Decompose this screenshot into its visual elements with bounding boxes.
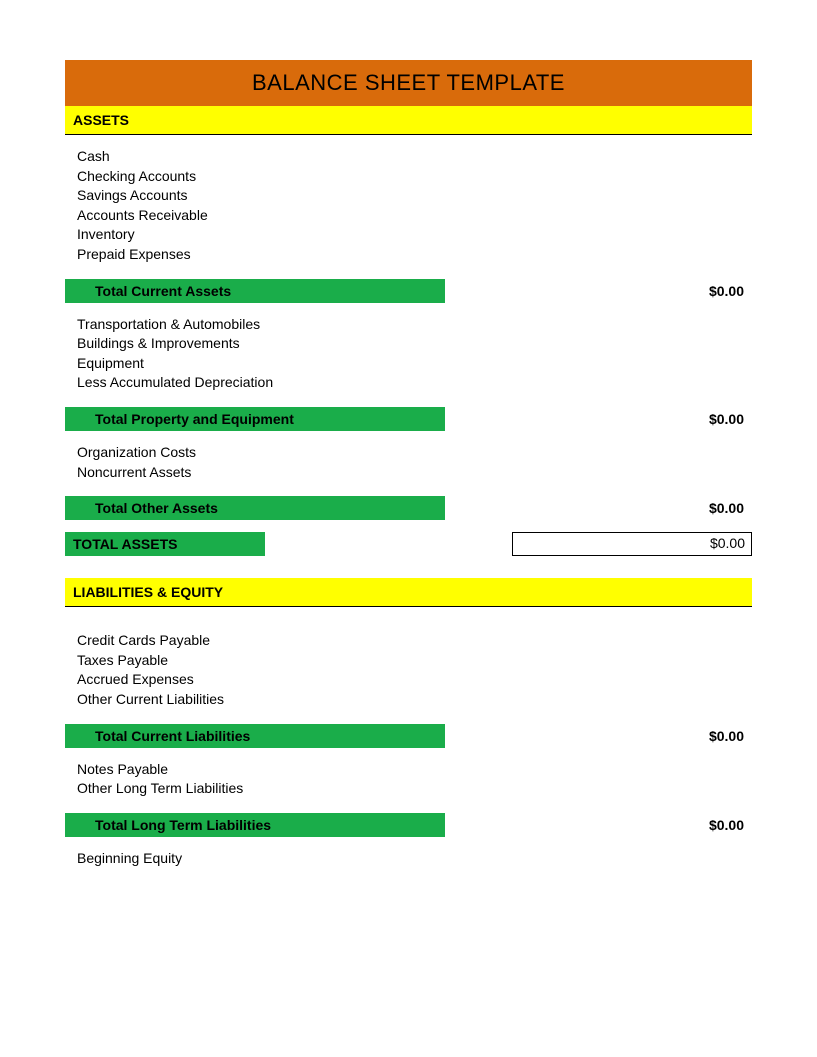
subtotal-label: Total Current Assets [65, 279, 445, 303]
balance-sheet-document: BALANCE SHEET TEMPLATE ASSETS Cash Check… [0, 0, 817, 916]
line-item: Noncurrent Assets [77, 463, 752, 483]
line-item: Credit Cards Payable [77, 631, 752, 651]
spacer [445, 407, 672, 431]
line-item: Inventory [77, 225, 752, 245]
line-item: Beginning Equity [77, 849, 752, 869]
subtotal-value: $0.00 [672, 496, 752, 520]
total-assets-row: TOTAL ASSETS $0.00 [65, 532, 752, 556]
subtotal-label: Total Other Assets [65, 496, 445, 520]
total-longterm-liabilities-row: Total Long Term Liabilities $0.00 [65, 813, 752, 837]
subtotal-label: Total Property and Equipment [65, 407, 445, 431]
property-assets-list: Transportation & Automobiles Buildings &… [65, 303, 752, 401]
spacer [445, 496, 672, 520]
line-item: Savings Accounts [77, 186, 752, 206]
line-item: Taxes Payable [77, 651, 752, 671]
current-liabilities-list: Credit Cards Payable Taxes Payable Accru… [65, 607, 752, 717]
line-item: Prepaid Expenses [77, 245, 752, 265]
current-assets-list: Cash Checking Accounts Savings Accounts … [65, 135, 752, 273]
other-assets-list: Organization Costs Noncurrent Assets [65, 431, 752, 490]
line-item: Equipment [77, 354, 752, 374]
line-item: Checking Accounts [77, 167, 752, 187]
line-item: Other Current Liabilities [77, 690, 752, 710]
line-item: Transportation & Automobiles [77, 315, 752, 335]
grand-total-label: TOTAL ASSETS [65, 532, 265, 556]
longterm-liabilities-list: Notes Payable Other Long Term Liabilitie… [65, 748, 752, 807]
spacer [445, 813, 672, 837]
subtotal-value: $0.00 [672, 407, 752, 431]
subtotal-label: Total Long Term Liabilities [65, 813, 445, 837]
line-item: Accounts Receivable [77, 206, 752, 226]
grand-total-value: $0.00 [512, 532, 752, 556]
subtotal-value: $0.00 [672, 813, 752, 837]
spacer [445, 279, 672, 303]
assets-section-header: ASSETS [65, 106, 752, 135]
line-item: Notes Payable [77, 760, 752, 780]
line-item: Accrued Expenses [77, 670, 752, 690]
total-property-equipment-row: Total Property and Equipment $0.00 [65, 407, 752, 431]
line-item: Less Accumulated Depreciation [77, 373, 752, 393]
subtotal-value: $0.00 [672, 724, 752, 748]
total-current-assets-row: Total Current Assets $0.00 [65, 279, 752, 303]
subtotal-label: Total Current Liabilities [65, 724, 445, 748]
line-item: Cash [77, 147, 752, 167]
line-item: Organization Costs [77, 443, 752, 463]
equity-list: Beginning Equity [65, 837, 752, 877]
total-current-liabilities-row: Total Current Liabilities $0.00 [65, 724, 752, 748]
line-item: Buildings & Improvements [77, 334, 752, 354]
total-other-assets-row: Total Other Assets $0.00 [65, 496, 752, 520]
spacer [445, 724, 672, 748]
line-item: Other Long Term Liabilities [77, 779, 752, 799]
document-title: BALANCE SHEET TEMPLATE [65, 60, 752, 106]
liabilities-section-header: LIABILITIES & EQUITY [65, 578, 752, 607]
subtotal-value: $0.00 [672, 279, 752, 303]
spacer [265, 532, 512, 556]
